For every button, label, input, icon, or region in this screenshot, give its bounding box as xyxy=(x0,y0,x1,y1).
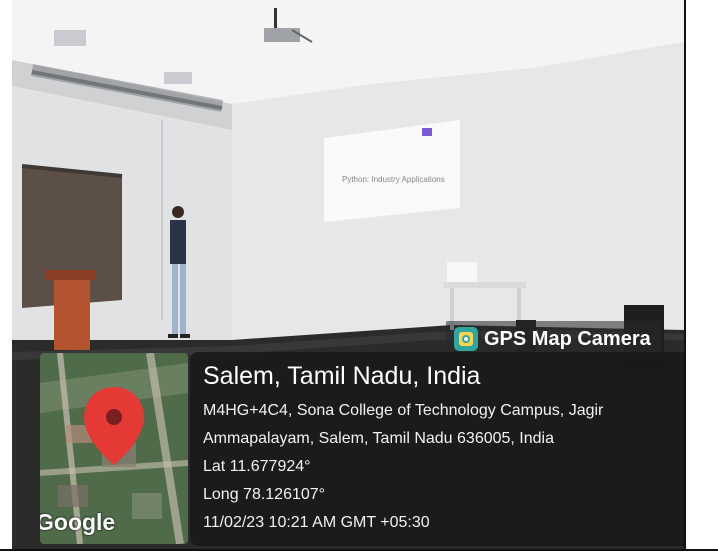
gps-map-camera-title: GPS Map Camera xyxy=(484,327,651,350)
slide-title-text: Python: Industry Applications xyxy=(342,175,445,184)
latitude-text: Lat 11.677924° xyxy=(203,458,311,475)
address-line-1: M4HG+4C4, Sona College of Technology Cam… xyxy=(203,402,604,419)
longitude-text: Long 78.126107° xyxy=(203,486,326,503)
map-provider-logo: Google xyxy=(40,509,116,535)
camera-location-icon xyxy=(454,327,478,351)
datetime-text: 11/02/23 10:21 AM GMT +05:30 xyxy=(203,514,430,531)
right-white-strip xyxy=(686,0,718,549)
place-title: Salem, Tamil Nadu, India xyxy=(203,362,481,390)
location-overlay: Salem, Tamil Nadu, India M4HG+4C4, Sona … xyxy=(190,352,700,546)
mini-map: Google xyxy=(40,353,188,544)
bottom-border-line xyxy=(0,549,718,551)
address-line-2: Ammapalayam, Salem, Tamil Nadu 636005, I… xyxy=(203,430,554,447)
screenshot-frame: Python: Industry Applications Google GPS… xyxy=(0,0,718,553)
